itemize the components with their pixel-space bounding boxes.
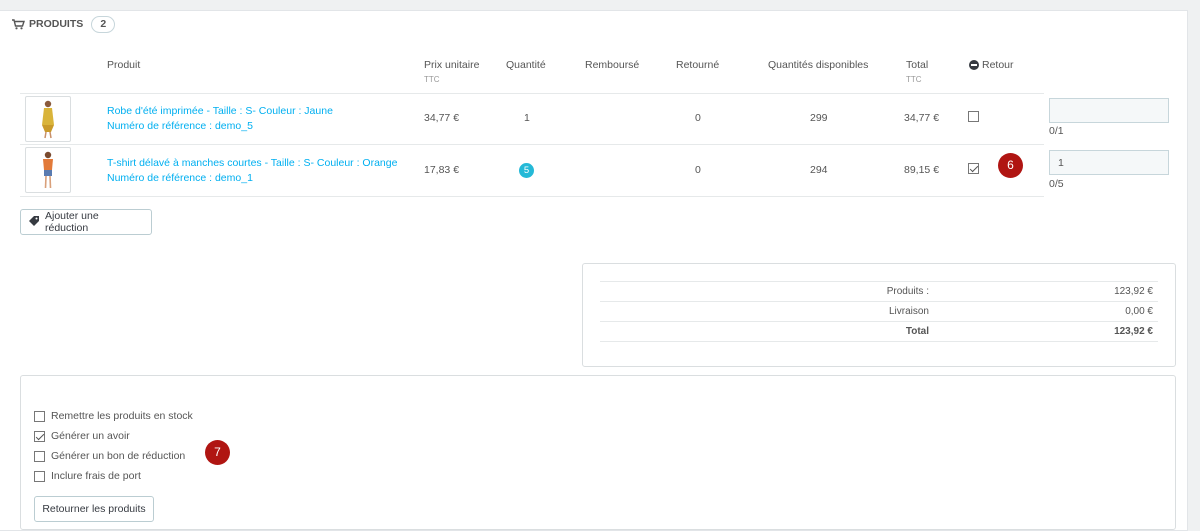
step-marker: 6 bbox=[998, 153, 1023, 178]
col-unit-price-sub: TTC bbox=[424, 75, 440, 84]
return-checkbox[interactable] bbox=[968, 163, 979, 174]
product-image-icon bbox=[43, 151, 53, 189]
available-qty: 299 bbox=[810, 112, 828, 124]
return-quantity-input[interactable] bbox=[1049, 150, 1169, 175]
shopping-cart-icon bbox=[12, 18, 25, 30]
col-total: Total bbox=[906, 59, 929, 71]
col-unit-price: Prix unitaire bbox=[424, 59, 480, 71]
header-divider bbox=[20, 93, 1044, 94]
grand-total-value: 123,92 € bbox=[1114, 326, 1153, 337]
panel-title: PRODUITS bbox=[29, 18, 84, 30]
credit-slip-checkbox[interactable] bbox=[34, 431, 45, 442]
return-quantity-input[interactable] bbox=[1049, 98, 1169, 123]
col-return-label: Retour bbox=[982, 59, 1014, 71]
line-total: 89,15 € bbox=[904, 164, 940, 176]
quantity-limit: 0/1 bbox=[1049, 125, 1064, 137]
quantity: 1 bbox=[524, 112, 530, 124]
tag-icon bbox=[28, 215, 40, 230]
product-image-icon bbox=[42, 100, 54, 139]
unit-price: 34,77 € bbox=[424, 112, 460, 124]
returned-qty: 0 bbox=[695, 164, 701, 176]
row-divider bbox=[20, 196, 1044, 197]
panel-heading: PRODUITS 2 bbox=[12, 15, 116, 33]
restock-checkbox[interactable] bbox=[34, 411, 45, 422]
line-total: 34,77 € bbox=[904, 112, 940, 124]
quantity-badge: 5 bbox=[519, 163, 534, 178]
step-marker: 7 bbox=[205, 440, 230, 465]
product-name-link[interactable]: T-shirt délavé à manches courtes - Taill… bbox=[107, 157, 397, 169]
col-refunded: Remboursé bbox=[585, 59, 640, 71]
minus-circle-icon bbox=[969, 60, 979, 70]
col-available: Quantités disponibles bbox=[768, 59, 869, 71]
col-total-sub: TTC bbox=[906, 75, 922, 84]
col-quantity: Quantité bbox=[506, 59, 546, 71]
totals-box: Produits : 123,92 € Livraison 0,00 € Tot… bbox=[582, 263, 1176, 367]
unit-price: 17,83 € bbox=[424, 164, 460, 176]
returned-qty: 0 bbox=[695, 112, 701, 124]
totals-divider bbox=[600, 301, 1158, 302]
quantity-limit: 0/5 bbox=[1049, 178, 1064, 190]
voucher-checkbox[interactable] bbox=[34, 451, 45, 462]
add-discount-button[interactable]: Ajouter une réduction bbox=[20, 209, 152, 235]
product-count-badge: 2 bbox=[91, 15, 116, 33]
credit-slip-label: Générer un avoir bbox=[51, 430, 130, 442]
totals-divider bbox=[600, 341, 1158, 342]
products-panel: PRODUITS 2 Produit Prix unitaire TTC Qua… bbox=[0, 10, 1188, 531]
product-name-link[interactable]: Robe d'été imprimée - Taille : S- Couleu… bbox=[107, 105, 333, 117]
product-thumbnail bbox=[25, 96, 71, 142]
product-thumbnail bbox=[25, 147, 71, 193]
return-options-box: Remettre les produits en stock Générer u… bbox=[20, 375, 1176, 530]
return-checkbox[interactable] bbox=[968, 111, 979, 122]
add-discount-label: Ajouter une réduction bbox=[45, 210, 99, 234]
voucher-label: Générer un bon de réduction bbox=[51, 450, 186, 462]
products-total-label: Produits : bbox=[886, 286, 929, 297]
restock-label: Remettre les produits en stock bbox=[51, 410, 193, 422]
products-total-value: 123,92 € bbox=[1114, 286, 1153, 297]
row-divider bbox=[20, 144, 1044, 145]
shipping-checkbox[interactable] bbox=[34, 471, 45, 482]
shipping-value: 0,00 € bbox=[1125, 306, 1153, 317]
totals-divider bbox=[600, 321, 1158, 322]
available-qty: 294 bbox=[810, 164, 828, 176]
grand-total-label: Total bbox=[905, 326, 929, 337]
product-reference: Numéro de référence : demo_5 bbox=[107, 120, 253, 132]
col-return: Retour bbox=[969, 59, 1014, 71]
product-reference: Numéro de référence : demo_1 bbox=[107, 172, 253, 184]
return-products-button[interactable]: Retourner les produits bbox=[34, 496, 154, 522]
totals-divider bbox=[600, 281, 1158, 282]
shipping-fee-label: Inclure frais de port bbox=[51, 470, 141, 482]
col-returned: Retourné bbox=[676, 59, 720, 71]
shipping-label: Livraison bbox=[888, 306, 929, 317]
col-product: Produit bbox=[107, 59, 141, 71]
